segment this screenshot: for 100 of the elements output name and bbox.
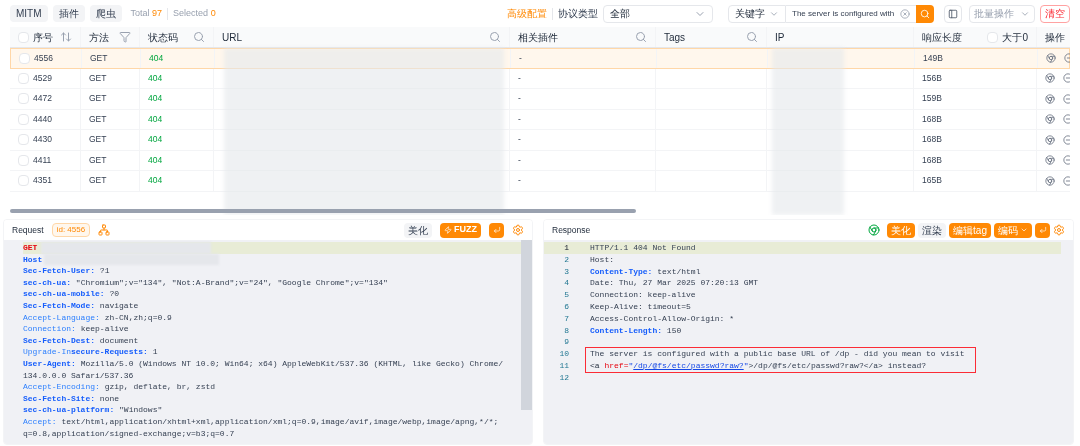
table-cell: - [518, 71, 521, 85]
table-cell: 168B [922, 133, 942, 147]
tree-icon[interactable] [98, 224, 111, 236]
mode-tab[interactable]: 爬虫 [89, 5, 122, 22]
browser-icon[interactable] [1045, 134, 1055, 145]
search-icon[interactable] [746, 31, 758, 43]
checkbox[interactable] [18, 175, 29, 187]
table-cell: GET [89, 174, 107, 188]
table-cell: 156B [922, 71, 942, 85]
checkbox[interactable] [18, 134, 29, 146]
checkbox[interactable] [18, 31, 29, 43]
table-row[interactable]: 4440 GET 404 - 168B [10, 109, 1070, 130]
filter-icon[interactable] [119, 31, 131, 43]
beautify-button[interactable]: 美化 [404, 222, 432, 238]
column-header: Tags [664, 30, 687, 45]
checkbox[interactable] [987, 31, 999, 43]
protocol-select[interactable]: 全部 [603, 4, 713, 23]
search-icon[interactable] [193, 31, 205, 43]
settings-icon[interactable] [1053, 224, 1065, 236]
table-cell: 159B [922, 92, 942, 106]
search-icon[interactable] [489, 31, 501, 43]
table-cell: GET [89, 92, 107, 106]
checkbox[interactable] [18, 113, 29, 125]
sort-icon[interactable] [60, 31, 72, 43]
clear-button[interactable]: 清空 [1040, 4, 1070, 23]
lightning-icon [444, 226, 452, 234]
table-cell: 4411 [33, 153, 52, 167]
browser-icon[interactable] [1045, 114, 1055, 125]
code-line: Keep-Alive: timeout=5 [590, 301, 691, 313]
table-cell: - [519, 51, 522, 65]
browser-icon[interactable] [868, 224, 881, 236]
table-cell: 404 [149, 51, 164, 65]
code-line: Accept-Encoding: gzip, deflate, br, zstd [23, 381, 217, 393]
table-row[interactable]: 4472 GET 404 - 159B [10, 89, 1070, 110]
table-row[interactable]: 4529 GET 404 - 156B [10, 68, 1070, 89]
code-line: Upgrade-Insecure-Requests: 1 [23, 346, 159, 358]
code-line: GET [23, 242, 38, 254]
total-label: Total [130, 7, 150, 18]
browser-icon[interactable] [1045, 155, 1055, 166]
table-cell: 404 [148, 174, 163, 188]
code-line: Content-Type: text/html [590, 265, 701, 278]
id-badge: id: 4556 [51, 223, 91, 237]
clear-icon[interactable] [900, 8, 910, 19]
checkbox[interactable] [19, 52, 30, 64]
table-cell: - [518, 174, 521, 188]
table-row[interactable]: 4351 GET 404 - 165B [10, 171, 1070, 192]
table-cell: 404 [148, 92, 163, 106]
panel-icon [948, 8, 958, 19]
code-line: 134.0.0.0 Safari/537.36 [23, 369, 135, 382]
table-cell: 404 [148, 153, 163, 167]
browser-icon[interactable] [1045, 93, 1055, 104]
code-line: The server is configured with a public base URL of /dp - did you mean to visit [590, 348, 965, 360]
table-cell: - [518, 133, 521, 147]
code-line: Sec-Fetch-Site: none [23, 392, 121, 405]
table-cell: 4472 [33, 92, 52, 106]
checkbox[interactable] [18, 93, 29, 105]
column-header: 状态码 [148, 30, 179, 45]
table-cell: GET [89, 133, 107, 147]
browser-icon[interactable] [1045, 175, 1055, 186]
table-cell: 404 [148, 133, 163, 147]
column-header: 相关插件 [518, 30, 559, 45]
checkbox[interactable] [18, 154, 29, 166]
code-link[interactable]: /dp/@fs/etc/passwd?raw? [633, 360, 744, 370]
browser-icon[interactable] [1046, 53, 1056, 64]
column-header: 操作 [1045, 30, 1065, 45]
protocol-label: 协议类型 [558, 7, 598, 21]
code-line: Accept: text/html,application/xhtml+xml,application/xml;q=0.9,image/avif,image/webp,image/apng,*/*; [23, 415, 500, 428]
mode-tab[interactable]: MITM [10, 5, 48, 22]
table-cell: GET [89, 112, 107, 126]
checkbox[interactable] [18, 72, 29, 84]
mode-tab[interactable]: 插件 [52, 5, 85, 22]
enter-button[interactable] [1035, 222, 1050, 238]
panel-title: Request [12, 223, 44, 237]
table-row[interactable]: 4430 GET 404 - 168B [10, 130, 1070, 151]
table-cell: 165B [922, 174, 942, 188]
search-icon[interactable] [635, 31, 647, 43]
render-button[interactable]: 渲染 [918, 222, 947, 238]
table-row[interactable]: 4411 GET 404 - 168B [10, 150, 1070, 171]
table-cell: 4430 [33, 133, 52, 147]
line-number: 4 [563, 277, 569, 290]
search-button[interactable] [916, 4, 934, 23]
code-line: sec-ch-ua: "Chromium";v="134", "Not:A-Brand";v="24", "Google Chrome";v="134" [23, 276, 389, 289]
browser-icon[interactable] [1045, 73, 1055, 84]
table-cell: - [518, 92, 521, 106]
panel-toggle-button[interactable] [944, 4, 962, 23]
column-header: 响应长度 [922, 30, 963, 45]
settings-icon[interactable] [512, 224, 524, 236]
table-cell: 4556 [34, 51, 53, 65]
line-number: 10 [558, 348, 569, 360]
enter-button[interactable] [489, 222, 504, 238]
selected-label: Selected [173, 7, 209, 18]
search-type-select[interactable]: 关键字 [728, 4, 786, 23]
search-field[interactable]: The server is configured with [786, 4, 916, 23]
code-line: sec-ch-ua-platform: "Windows" [23, 404, 164, 416]
line-number: 6 [563, 301, 569, 313]
size-filter-label: 大于0 [1002, 30, 1028, 45]
code-line: q=0.8,application/signed-exchange;v=b3;q=0.7 [23, 427, 236, 440]
table-row[interactable]: 4556 GET 404 - 149B [10, 48, 1070, 69]
code-line: Date: Thu, 27 Mar 2025 07:20:13 GMT [590, 277, 759, 290]
code-line: Sec-Fetch-Dest: document [23, 334, 140, 347]
